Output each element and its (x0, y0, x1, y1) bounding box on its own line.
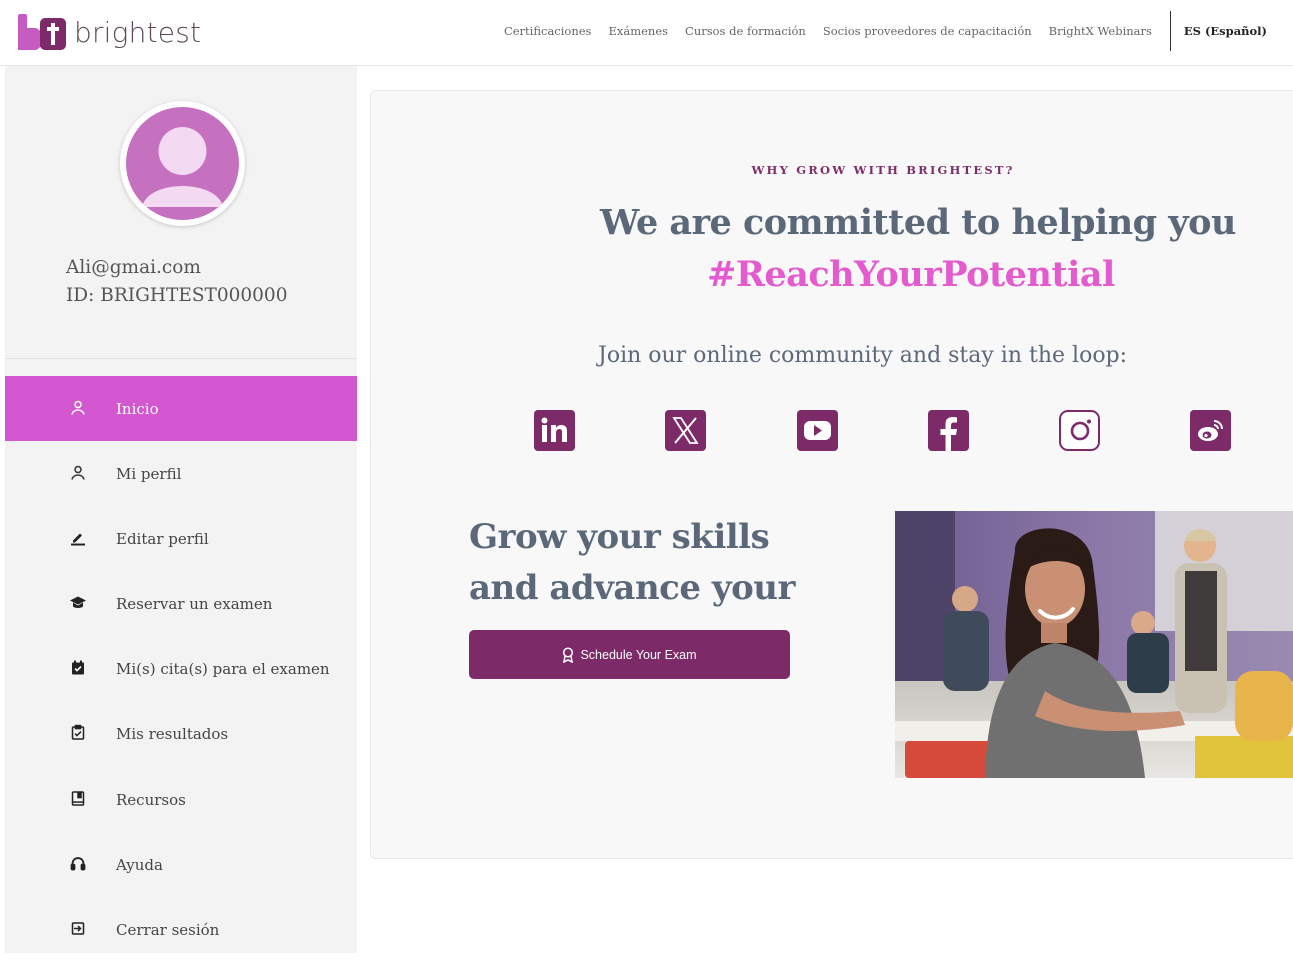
sidebar-item-label: Cerrar sesión (116, 920, 220, 939)
book-icon (69, 789, 87, 807)
linkedin-icon[interactable] (534, 410, 575, 451)
sidebar-item-label: Mi perfil (116, 464, 182, 483)
avatar[interactable] (120, 101, 245, 226)
students-classroom-photo (895, 511, 1293, 778)
sidebar-item-mi-perfil[interactable]: Mi perfil (5, 441, 357, 506)
logo-mark-icon (18, 14, 66, 50)
x-icon[interactable] (665, 410, 706, 451)
top-navigation: Certificaciones Exámenes Cursos de forma… (487, 0, 1267, 62)
nav-link-certificaciones[interactable]: Certificaciones (504, 24, 592, 38)
graduation-cap-icon (69, 594, 87, 612)
language-selector[interactable]: ES (Español) (1184, 24, 1267, 38)
sidebar-item-label: Inicio (116, 399, 159, 418)
instagram-icon[interactable] (1059, 410, 1100, 451)
nav-divider (1169, 11, 1171, 51)
user-icon (69, 398, 87, 416)
join-community-text: Join our online community and stay in th… (598, 343, 1128, 368)
nav-link-cursos[interactable]: Cursos de formación (685, 24, 806, 38)
sidebar-menu: Inicio Mi perfil Editar perfil Reservar … (5, 376, 357, 963)
logo-text: brightest (74, 15, 202, 49)
user-id: ID: BRIGHTEST000000 (66, 285, 288, 306)
sidebar-item-inicio[interactable]: Inicio (5, 376, 357, 441)
sidebar-item-label: Editar perfil (116, 529, 209, 548)
weibo-icon[interactable] (1190, 410, 1231, 451)
sidebar-item-ayuda[interactable]: Ayuda (5, 832, 357, 897)
clipboard-check-icon (69, 724, 87, 742)
pencil-icon (69, 528, 87, 546)
nav-link-socios[interactable]: Socios proveedores de capacitación (823, 24, 1032, 38)
sidebar: Ali@gmai.com ID: BRIGHTEST000000 Inicio … (5, 66, 357, 953)
nav-link-webinars[interactable]: BrightX Webinars (1049, 24, 1152, 38)
sidebar-item-reservar-examen[interactable]: Reservar un examen (5, 571, 357, 636)
sidebar-divider (5, 358, 357, 359)
sidebar-item-recursos[interactable]: Recursos (5, 767, 357, 832)
sidebar-item-editar-perfil[interactable]: Editar perfil (5, 506, 357, 571)
top-header: brightest Certificaciones Exámenes Curso… (0, 0, 1293, 66)
schedule-exam-label: Schedule Your Exam (580, 647, 697, 662)
user-email: Ali@gmai.com (66, 257, 201, 278)
nav-link-examenes[interactable]: Exámenes (608, 24, 668, 38)
sidebar-item-label: Mi(s) cita(s) para el examen (116, 660, 330, 679)
sidebar-item-mis-resultados[interactable]: Mis resultados (5, 702, 357, 767)
avatar-user-icon (126, 107, 239, 220)
headset-icon (69, 854, 87, 872)
sidebar-item-label: Mis resultados (116, 725, 229, 744)
schedule-exam-button[interactable]: Schedule Your Exam (469, 630, 790, 679)
headline-line-1: We are committed to helping you (600, 202, 1236, 243)
facebook-icon[interactable] (928, 410, 969, 451)
calendar-check-icon (69, 659, 87, 677)
brand-logo[interactable]: brightest (18, 12, 201, 52)
sidebar-item-mis-citas[interactable]: Mi(s) cita(s) para el examen (5, 637, 357, 702)
sidebar-item-label: Ayuda (116, 855, 163, 874)
user-icon (69, 463, 87, 481)
youtube-icon[interactable] (797, 410, 838, 451)
award-ribbon-icon (562, 646, 574, 663)
headline-hashtag: #ReachYourPotential (707, 254, 1115, 295)
sidebar-item-label: Recursos (116, 790, 186, 809)
section-eyebrow: WHY GROW WITH BRIGHTEST? (751, 163, 1015, 177)
sign-out-icon (69, 919, 87, 937)
sidebar-item-label: Reservar un examen (116, 594, 273, 613)
